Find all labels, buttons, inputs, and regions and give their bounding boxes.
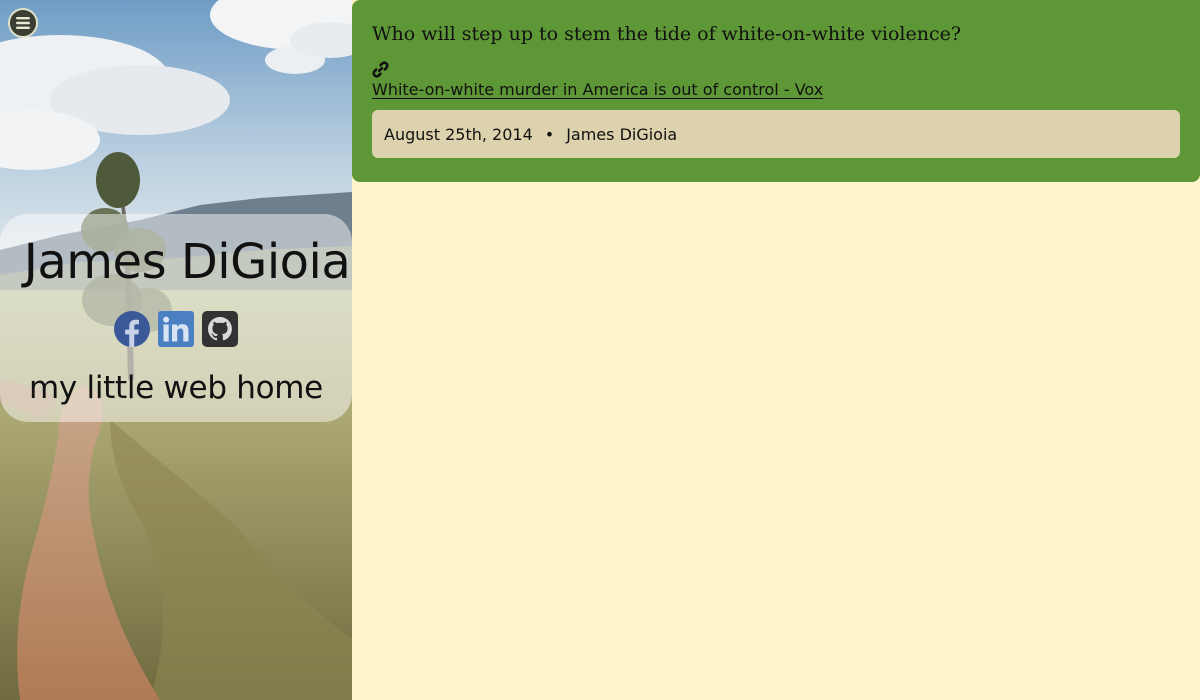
- hamburger-menu-icon: [16, 17, 30, 29]
- post-card: Who will step up to stem the tide of whi…: [352, 0, 1200, 182]
- site-tagline: my little web home: [29, 370, 323, 406]
- post-title: Who will step up to stem the tide of whi…: [372, 23, 962, 45]
- menu-button[interactable]: [8, 8, 38, 38]
- post-meta-bar: August 25th, 2014 • James DiGioia: [372, 110, 1180, 158]
- identity-card: James DiGioia my little web home: [0, 214, 352, 422]
- site-name[interactable]: James DiGioia: [0, 234, 352, 290]
- link-icon: [372, 61, 389, 78]
- linkedin-icon: [158, 311, 194, 347]
- meta-separator: •: [544, 124, 555, 144]
- facebook-icon: [114, 311, 150, 347]
- post-date: August 25th, 2014: [384, 124, 533, 144]
- hero-sidebar: James DiGioia my little web home: [0, 0, 352, 700]
- social-links: [0, 311, 352, 347]
- post-external-link[interactable]: White-on-white murder in America is out …: [372, 80, 823, 100]
- linkedin-link[interactable]: [158, 311, 194, 347]
- github-icon: [202, 311, 238, 347]
- github-link[interactable]: [202, 311, 238, 347]
- facebook-link[interactable]: [114, 311, 150, 347]
- post-author[interactable]: James DiGioia: [566, 125, 677, 144]
